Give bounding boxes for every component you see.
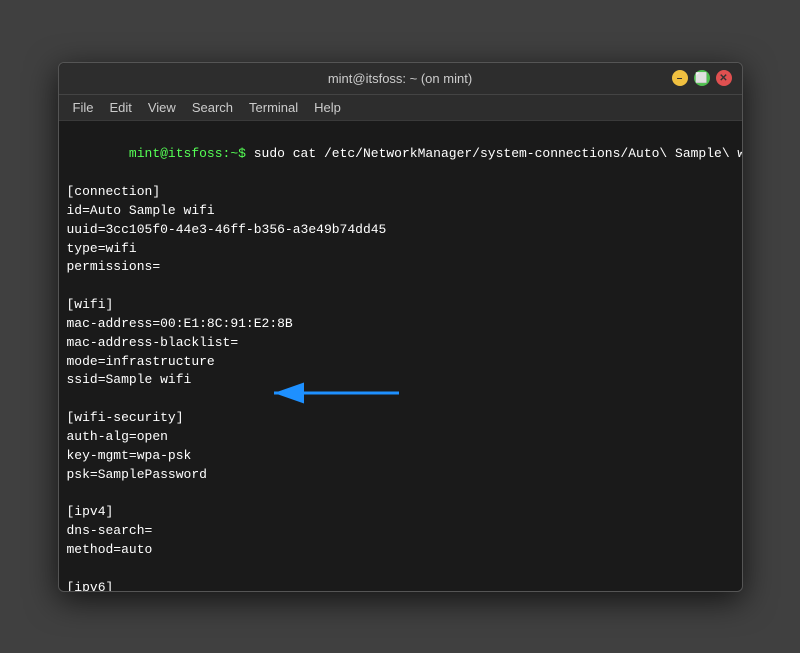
- maximize-button[interactable]: ⬜: [694, 70, 710, 86]
- prompt-1: mint@itsfoss:~$: [129, 146, 254, 161]
- output-line: method=auto: [67, 541, 734, 560]
- menu-terminal[interactable]: Terminal: [241, 98, 306, 117]
- output-line: ssid=Sample wifi: [67, 371, 734, 390]
- output-line: dns-search=: [67, 522, 734, 541]
- output-line: key-mgmt=wpa-psk: [67, 447, 734, 466]
- output-line: [ipv4]: [67, 503, 734, 522]
- output-line: [67, 390, 734, 409]
- terminal-output: [connection]id=Auto Sample wifiuuid=3cc1…: [67, 183, 734, 590]
- output-line: mac-address-blacklist=: [67, 334, 734, 353]
- window-title: mint@itsfoss: ~ (on mint): [129, 71, 672, 86]
- output-line: [67, 485, 734, 504]
- output-line: type=wifi: [67, 240, 734, 259]
- output-line: id=Auto Sample wifi: [67, 202, 734, 221]
- output-line: mode=infrastructure: [67, 353, 734, 372]
- command-text: sudo cat /etc/NetworkManager/system-conn…: [254, 146, 742, 161]
- output-line: mac-address=00:E1:8C:91:E2:8B: [67, 315, 734, 334]
- window-controls: – ⬜ ✕: [672, 70, 732, 86]
- terminal-body[interactable]: mint@itsfoss:~$ sudo cat /etc/NetworkMan…: [59, 121, 742, 591]
- menu-view[interactable]: View: [140, 98, 184, 117]
- minimize-button[interactable]: –: [672, 70, 688, 86]
- menu-bar: File Edit View Search Terminal Help: [59, 95, 742, 121]
- menu-help[interactable]: Help: [306, 98, 349, 117]
- output-line: permissions=: [67, 258, 734, 277]
- output-line: [wifi-security]: [67, 409, 734, 428]
- menu-file[interactable]: File: [65, 98, 102, 117]
- menu-edit[interactable]: Edit: [101, 98, 139, 117]
- output-line: psk=SamplePassword: [67, 466, 734, 485]
- output-line: [wifi]: [67, 296, 734, 315]
- desktop: mint@itsfoss: ~ (on mint) – ⬜ ✕ File Edi…: [0, 0, 800, 653]
- output-line: [67, 277, 734, 296]
- output-line: uuid=3cc105f0-44e3-46ff-b356-a3e49b74dd4…: [67, 221, 734, 240]
- output-line: auth-alg=open: [67, 428, 734, 447]
- title-bar: mint@itsfoss: ~ (on mint) – ⬜ ✕: [59, 63, 742, 95]
- output-line: [connection]: [67, 183, 734, 202]
- command-line: mint@itsfoss:~$ sudo cat /etc/NetworkMan…: [67, 127, 734, 184]
- output-line: [67, 560, 734, 579]
- close-button[interactable]: ✕: [716, 70, 732, 86]
- output-line: [ipv6]: [67, 579, 734, 591]
- menu-search[interactable]: Search: [184, 98, 241, 117]
- terminal-window: mint@itsfoss: ~ (on mint) – ⬜ ✕ File Edi…: [58, 62, 743, 592]
